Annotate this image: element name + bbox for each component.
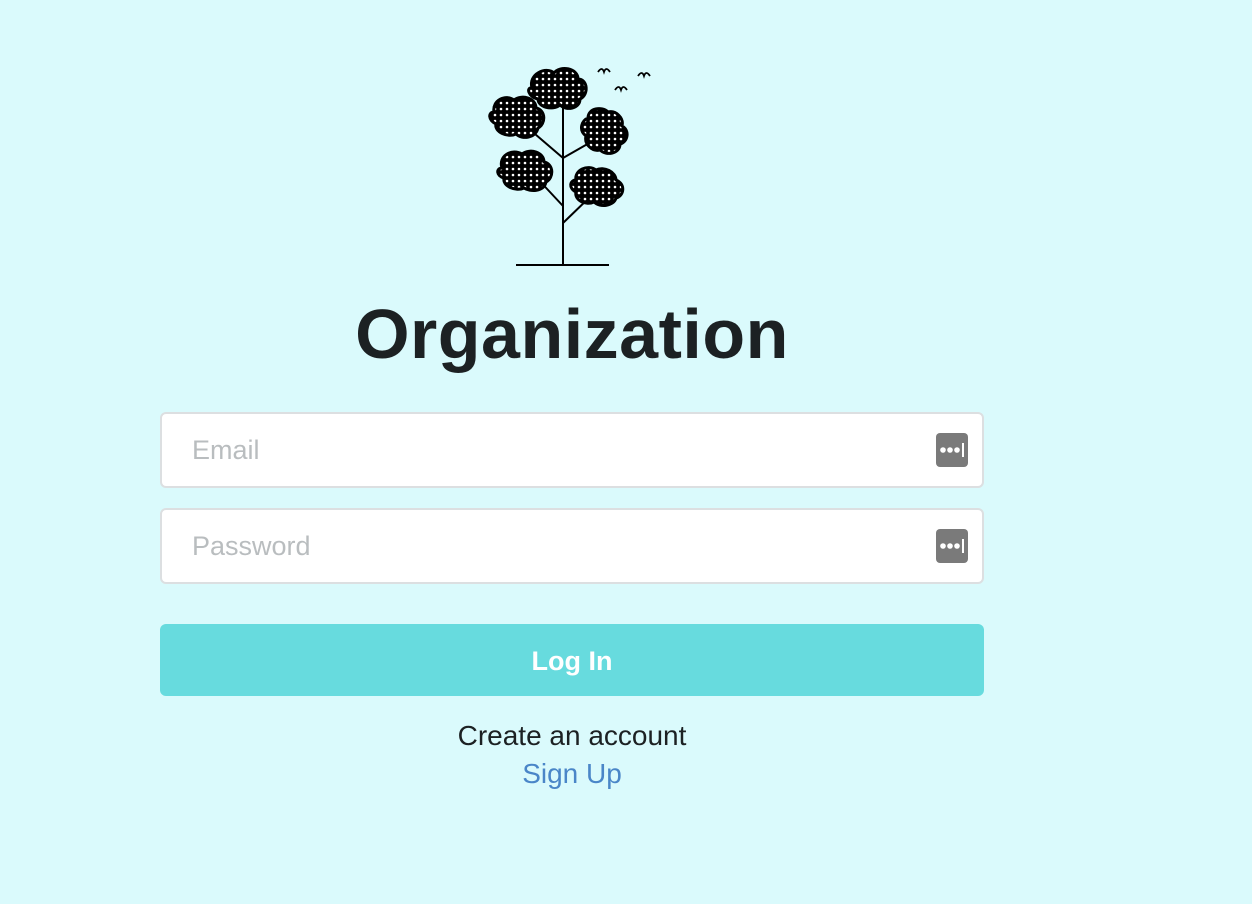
password-manager-icon[interactable]	[936, 529, 968, 563]
password-input[interactable]	[162, 510, 922, 582]
password-manager-icon[interactable]	[936, 433, 968, 467]
page-title: Organization	[355, 295, 789, 373]
password-field-container	[160, 508, 984, 584]
password-manager-glyph	[940, 443, 964, 457]
login-button[interactable]: Log In	[160, 624, 984, 696]
password-manager-glyph	[940, 539, 964, 553]
login-page: Organization Log In Create an account Si…	[0, 0, 1252, 904]
sign-up-link[interactable]: Sign Up	[160, 754, 984, 794]
tree-with-birds-icon	[488, 66, 651, 266]
create-account-text: Create an account	[457, 720, 687, 751]
email-input[interactable]	[162, 414, 922, 486]
email-field-container	[160, 412, 984, 488]
